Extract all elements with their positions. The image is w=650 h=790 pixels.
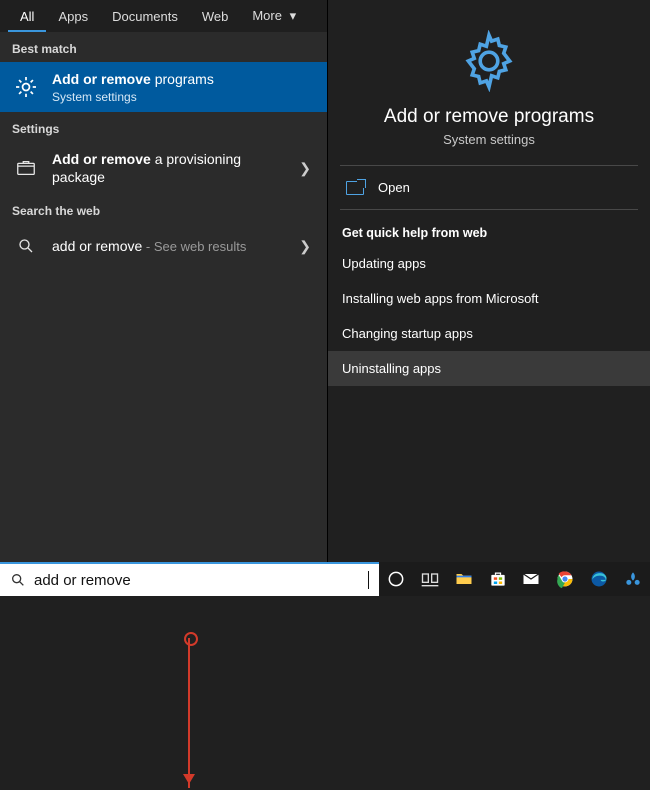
tab-more-label: More [252, 8, 282, 23]
tab-web[interactable]: Web [190, 3, 241, 32]
results-empty-area [0, 268, 327, 596]
result-text: Add or remove programs System settings [52, 70, 315, 104]
gear-icon [458, 30, 520, 92]
search-icon [10, 572, 26, 588]
details-subtitle: System settings [340, 132, 638, 147]
edge-icon[interactable] [588, 568, 610, 590]
details-hero: Add or remove programs System settings [328, 0, 650, 165]
result-best-add-remove-programs[interactable]: Add or remove programs System settings [0, 62, 327, 112]
open-button[interactable]: Open [328, 166, 650, 209]
package-icon [12, 154, 40, 182]
tab-documents[interactable]: Documents [100, 3, 190, 32]
result-text: Add or remove a provisioning package [52, 150, 283, 186]
help-updating-apps[interactable]: Updating apps [328, 246, 650, 281]
text-cursor [368, 571, 369, 589]
task-view-icon[interactable] [419, 568, 441, 590]
tab-all[interactable]: All [8, 3, 46, 32]
search-box[interactable] [0, 562, 379, 596]
search-input[interactable] [34, 572, 370, 589]
taskbar [379, 562, 650, 596]
chevron-down-icon: ▾ [290, 8, 297, 24]
tab-more[interactable]: More ▾ [240, 2, 308, 32]
result-text: add or remove - See web results [52, 237, 283, 255]
result-web-add-or-remove[interactable]: add or remove - See web results ❯ [0, 224, 327, 268]
app-icon[interactable] [622, 568, 644, 590]
mail-icon[interactable] [521, 568, 543, 590]
gear-icon [12, 73, 40, 101]
chevron-right-icon: ❯ [295, 160, 315, 177]
search-tabs: All Apps Documents Web More ▾ [0, 0, 327, 32]
annotation-arrow [188, 638, 190, 788]
help-uninstalling-apps[interactable]: Uninstalling apps [328, 351, 650, 386]
section-settings: Settings [0, 112, 327, 142]
chrome-icon[interactable] [554, 568, 576, 590]
search-icon [12, 232, 40, 260]
tab-apps[interactable]: Apps [46, 3, 100, 32]
details-panel: Add or remove programs System settings O… [327, 0, 650, 562]
help-section-title: Get quick help from web [328, 210, 650, 246]
section-search-web: Search the web [0, 194, 327, 224]
help-installing-web[interactable]: Installing web apps from Microsoft [328, 281, 650, 316]
open-label: Open [378, 180, 410, 195]
search-results-panel: All Apps Documents Web More ▾ Best match… [0, 0, 327, 596]
help-changing-startup[interactable]: Changing startup apps [328, 316, 650, 351]
result-settings-provisioning[interactable]: Add or remove a provisioning package ❯ [0, 142, 327, 194]
file-explorer-icon[interactable] [453, 568, 475, 590]
section-best-match: Best match [0, 32, 327, 62]
details-title: Add or remove programs [340, 106, 638, 128]
cortana-icon[interactable] [385, 568, 407, 590]
chevron-right-icon: ❯ [295, 238, 315, 255]
microsoft-store-icon[interactable] [487, 568, 509, 590]
open-icon [346, 181, 364, 195]
